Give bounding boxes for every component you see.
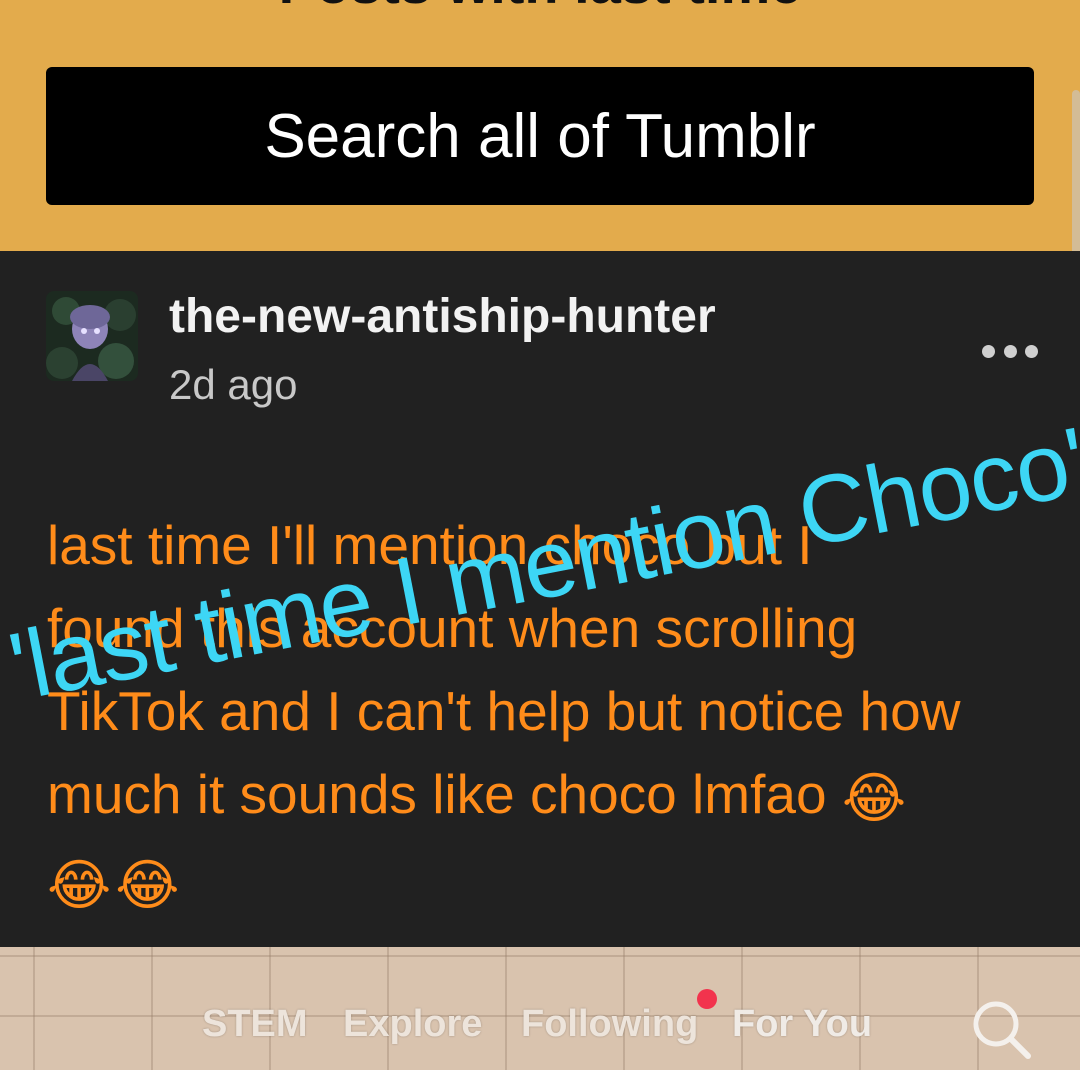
- tab-for-you[interactable]: For You: [732, 1003, 872, 1046]
- ellipsis-icon: [982, 344, 995, 358]
- avatar[interactable]: [46, 291, 138, 381]
- page-title: Posts with last time: [0, 0, 1080, 12]
- post-text-line-4: much it sounds like choco lmfao: [47, 763, 827, 825]
- post-timestamp: 2d ago: [169, 361, 298, 408]
- search-all-button[interactable]: Search all of Tumblr: [46, 67, 1034, 205]
- laughing-emoji-icon: 😂: [841, 766, 907, 829]
- laughing-emoji-icon: 😂: [115, 853, 180, 916]
- blog-name[interactable]: the-new-antiship-hunter: [169, 289, 716, 344]
- tab-explore[interactable]: Explore: [343, 1003, 482, 1046]
- ellipsis-dot: [1003, 344, 1017, 358]
- emoji-row: 😂😂: [47, 840, 1047, 927]
- search-label: Search all of Tumblr: [264, 101, 816, 171]
- ellipsis-dot: [1025, 344, 1038, 358]
- scrollbar[interactable]: [1072, 90, 1080, 265]
- tab-following[interactable]: Following: [521, 1003, 698, 1046]
- tab-stem[interactable]: STEM: [202, 1003, 308, 1046]
- bottom-nav: STEM Explore Following For You: [0, 947, 1080, 1070]
- search-icon[interactable]: [968, 996, 1034, 1062]
- notification-dot: [697, 989, 717, 1009]
- search-header: Posts with last time Search all of Tumbl…: [0, 0, 1080, 251]
- more-options-button[interactable]: [982, 335, 1038, 367]
- laughing-emoji-icon: 😂: [47, 853, 112, 916]
- post-text-line: much it sounds like choco lmfao 😂: [47, 753, 1047, 840]
